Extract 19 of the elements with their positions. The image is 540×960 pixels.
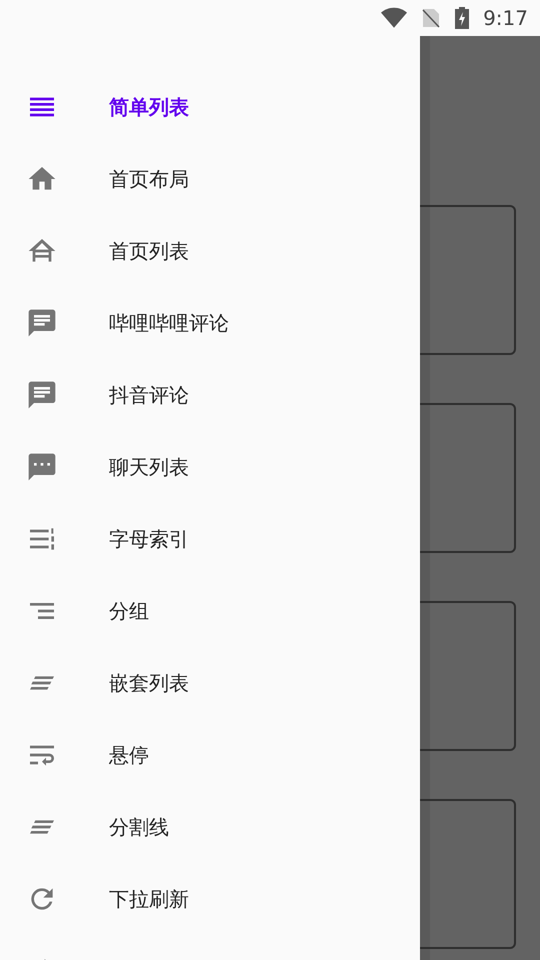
drawer-item-label: 哔哩哔哩评论 [109, 310, 229, 337]
clock-time: 9:17 [483, 5, 528, 32]
drawer-item-label: 首页布局 [109, 166, 189, 193]
battery-charging-icon [455, 7, 470, 29]
drawer-item-label: 简单列表 [109, 94, 189, 121]
drawer-item-label: 嵌套列表 [109, 670, 189, 697]
comment-icon [26, 307, 58, 339]
drawer-item-label: 分割线 [109, 814, 169, 841]
wifi-icon [381, 7, 408, 29]
drawer-item-label: 分组 [109, 598, 149, 625]
drawer-item-label: 抖音评论 [109, 382, 189, 409]
chat-icon [26, 451, 58, 483]
drawer-item-label: 悬停 [109, 742, 149, 769]
drawer-item-label: 首页列表 [109, 238, 189, 265]
no-sim-icon [421, 7, 442, 29]
drawer-item-label: 聊天列表 [109, 454, 189, 481]
drawer-item-label: 字母索引 [109, 526, 189, 553]
drawer-item-label: 下拉刷新 [109, 886, 189, 913]
comment-icon [26, 379, 58, 411]
